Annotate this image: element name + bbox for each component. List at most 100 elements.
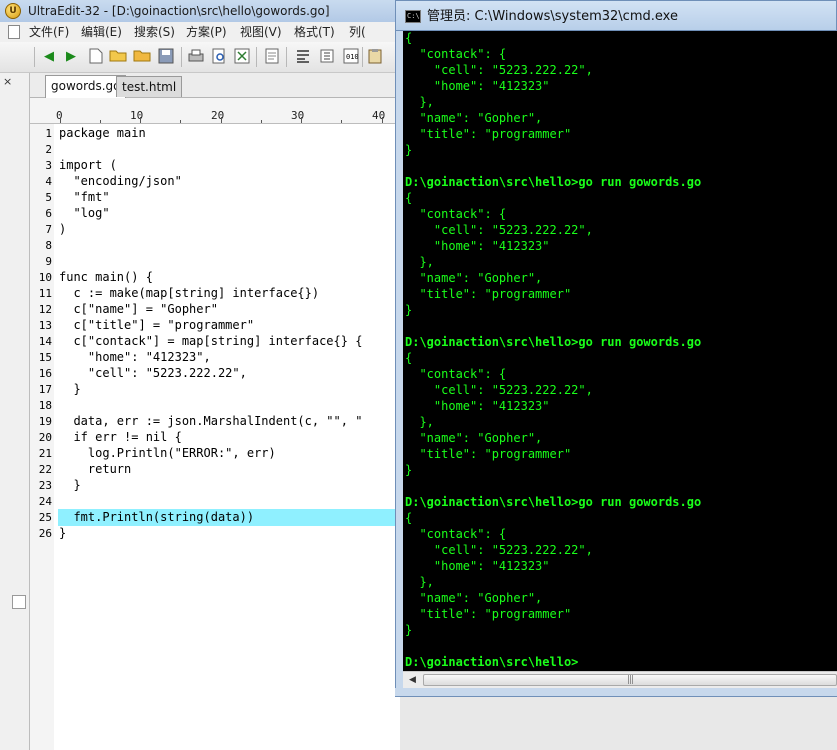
console-prompt-line: D:\goinaction\src\hello>go run gowords.g… xyxy=(405,175,702,189)
hex-mode-icon[interactable]: 010 xyxy=(342,48,360,66)
forward-arrow-icon[interactable]: ▶ xyxy=(62,48,80,66)
menu-file[interactable]: 文件(F) xyxy=(29,22,69,42)
line-number: 11 xyxy=(38,287,52,300)
close-icon[interactable]: × xyxy=(3,75,12,88)
document-icon[interactable] xyxy=(263,48,281,66)
document-menu-icon[interactable] xyxy=(8,25,20,39)
console-line: "contack": { xyxy=(405,47,507,61)
code-line: } xyxy=(59,478,81,492)
cmd-title-bar[interactable]: C:\ 管理员: C:\Windows\system32\cmd.exe xyxy=(395,0,837,31)
menu-column[interactable]: 列( xyxy=(349,22,366,42)
ruler-tick xyxy=(140,117,141,123)
cmd-horizontal-scrollbar[interactable]: ◀ ||| xyxy=(403,671,837,688)
console-line: "home": "412323" xyxy=(405,239,550,253)
code-line: "cell": "5223.222.22", xyxy=(59,366,247,380)
code-line: c := make(map[string] interface{}) xyxy=(59,286,320,300)
scroll-left-arrow-icon[interactable]: ◀ xyxy=(405,673,420,687)
console-line: { xyxy=(405,511,413,525)
console-prompt-line: D:\goinaction\src\hello> xyxy=(405,655,579,669)
console-line: "name": "Gopher", xyxy=(405,271,543,285)
console-line: } xyxy=(405,623,413,637)
code-line: return xyxy=(59,462,132,476)
code-line: "encoding/json" xyxy=(59,174,182,188)
back-arrow-icon[interactable]: ◀ xyxy=(40,48,58,66)
export-icon[interactable] xyxy=(233,48,251,66)
console-line: "name": "Gopher", xyxy=(405,591,543,605)
line-number: 2 xyxy=(45,143,52,156)
file-tab-bar: gowords.go test.html xyxy=(30,73,400,98)
open-recent-icon[interactable] xyxy=(133,48,151,66)
cmd-window: C:\ 管理员: C:\Windows\system32\cmd.exe { "… xyxy=(395,0,837,697)
console-line: "title": "programmer" xyxy=(405,287,572,301)
code-editor[interactable]: 1 2 3 4 5 6 7 8 9 10 11 12 13 14 15 16 1… xyxy=(30,124,400,750)
line-number: 23 xyxy=(38,479,52,492)
clipboard-icon[interactable] xyxy=(366,48,384,66)
line-number: 22 xyxy=(38,463,52,476)
column-mode-icon[interactable] xyxy=(318,48,336,66)
console-line: }, xyxy=(405,575,434,589)
console-line: "title": "programmer" xyxy=(405,127,572,141)
line-number: 9 xyxy=(45,255,52,268)
line-number: 18 xyxy=(38,399,52,412)
print-preview-icon[interactable] xyxy=(210,48,228,66)
word-wrap-icon[interactable] xyxy=(294,48,312,66)
ultraedit-app-icon[interactable]: U xyxy=(5,3,21,19)
console-line: "title": "programmer" xyxy=(405,607,572,621)
cmd-window-title: 管理员: C:\Windows\system32\cmd.exe xyxy=(427,9,678,24)
menu-project[interactable]: 方案(P) xyxy=(186,22,227,42)
code-line: package main xyxy=(59,126,146,140)
line-number: 26 xyxy=(38,527,52,540)
console-line: { xyxy=(405,191,413,205)
cmd-window-frame xyxy=(395,31,403,697)
line-number: 14 xyxy=(38,335,52,348)
menu-format[interactable]: 格式(T) xyxy=(294,22,335,42)
line-number: 24 xyxy=(38,495,52,508)
console-line: } xyxy=(405,303,413,317)
cmd-app-icon[interactable]: C:\ xyxy=(405,10,421,23)
code-line: "fmt" xyxy=(59,190,110,204)
ruler-tick xyxy=(382,117,383,123)
ruler-tick xyxy=(60,117,61,123)
console-prompt-line: D:\goinaction\src\hello>go run gowords.g… xyxy=(405,495,702,509)
code-line: log.Println("ERROR:", err) xyxy=(59,446,276,460)
menu-edit[interactable]: 编辑(E) xyxy=(81,22,122,42)
line-number: 1 xyxy=(45,127,52,140)
toolbar-separator xyxy=(34,47,35,67)
ruler-tick xyxy=(100,120,101,123)
svg-text:010: 010 xyxy=(346,53,359,61)
code-line: func main() { xyxy=(59,270,153,284)
column-ruler: 0 10 20 30 40 xyxy=(30,98,400,124)
cmd-window-frame xyxy=(395,688,837,697)
menu-search[interactable]: 搜索(S) xyxy=(134,22,175,42)
tab-gowords-go[interactable]: gowords.go xyxy=(45,75,127,98)
line-number: 21 xyxy=(38,447,52,460)
console-line: } xyxy=(405,143,413,157)
line-number: 3 xyxy=(45,159,52,172)
line-number: 13 xyxy=(38,319,52,332)
ultraedit-left-gutter-strip: × xyxy=(0,73,30,750)
ruler-tick xyxy=(180,120,181,123)
console-line: "cell": "5223.222.22", xyxy=(405,383,593,397)
line-number: 4 xyxy=(45,175,52,188)
menu-view[interactable]: 视图(V) xyxy=(240,22,282,42)
code-line: "log" xyxy=(59,206,110,220)
print-icon[interactable] xyxy=(187,48,205,66)
ultraedit-window-title: UltraEdit-32 - [D:\goinaction\src\hello\… xyxy=(28,4,330,18)
code-line-current: fmt.Println(string(data)) xyxy=(59,510,255,524)
console-line: }, xyxy=(405,255,434,269)
console-line: "name": "Gopher", xyxy=(405,431,543,445)
line-number: 10 xyxy=(38,271,52,284)
console-line: }, xyxy=(405,415,434,429)
code-line: data, err := json.MarshalIndent(c, "", " xyxy=(59,414,363,428)
tab-test-html[interactable]: test.html xyxy=(116,76,183,97)
ruler-tick xyxy=(341,120,342,123)
ruler-tick xyxy=(221,117,222,123)
new-file-icon[interactable] xyxy=(87,48,105,66)
splitter-handle[interactable] xyxy=(12,595,26,609)
scrollbar-thumb[interactable]: ||| xyxy=(423,674,837,686)
save-icon[interactable] xyxy=(157,48,175,66)
open-folder-icon[interactable] xyxy=(109,48,127,66)
ruler-label: 30 xyxy=(291,109,305,122)
cmd-console-output[interactable]: { "contack": { "cell": "5223.222.22", "h… xyxy=(403,31,837,671)
ruler-label: 40 xyxy=(372,109,386,122)
